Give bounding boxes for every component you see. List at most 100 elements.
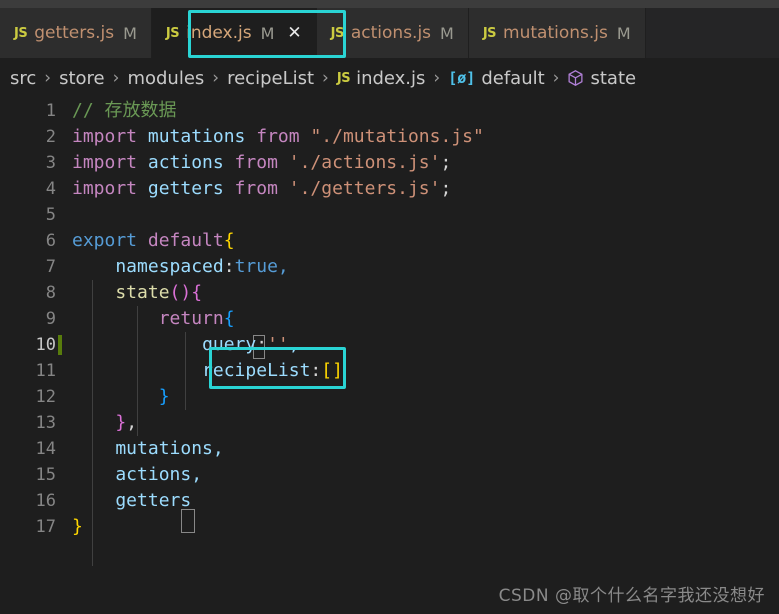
code-token: from bbox=[245, 126, 311, 147]
breadcrumb-label: src bbox=[10, 67, 37, 89]
code-token: query bbox=[72, 334, 257, 355]
code-line[interactable]: 1 // 存放数据 bbox=[0, 98, 779, 124]
code-text: return{ bbox=[72, 306, 779, 332]
code-line[interactable]: 5 bbox=[0, 202, 779, 228]
line-number: 15 bbox=[35, 465, 56, 485]
code-token: } bbox=[72, 386, 170, 407]
code-token: getters bbox=[72, 490, 192, 511]
code-token: import bbox=[72, 178, 148, 199]
tab-actions-js[interactable]: JS actions.js M bbox=[316, 8, 469, 58]
code-token: { bbox=[191, 282, 203, 303]
breadcrumb-separator: › bbox=[552, 68, 560, 88]
breadcrumb[interactable]: src › store › modules › recipeList › JS index.js ›… bbox=[0, 58, 779, 98]
code-token: , bbox=[288, 334, 300, 355]
tab-index-js[interactable]: JS index.js M ✕ bbox=[151, 8, 317, 58]
code-token: return bbox=[72, 308, 224, 329]
code-token: : bbox=[256, 334, 268, 355]
code-line[interactable]: 14 mutations, bbox=[0, 436, 779, 462]
breadcrumb-label: state bbox=[590, 67, 637, 89]
editor-tab-bar: JS getters.js M JS index.js M ✕ JS actions.js M JS… bbox=[0, 8, 779, 58]
code-token: default bbox=[147, 230, 224, 251]
breadcrumb-item-state[interactable]: state bbox=[567, 68, 636, 89]
code-line[interactable]: 13 }, bbox=[0, 410, 779, 436]
js-file-icon: JS bbox=[336, 70, 351, 86]
code-line[interactable]: 4 import getters from './getters.js'; bbox=[0, 176, 779, 202]
js-file-icon: JS bbox=[330, 25, 345, 41]
code-token: export bbox=[72, 230, 148, 251]
tab-modified-badge: M bbox=[440, 23, 454, 43]
code-token: ; bbox=[440, 178, 452, 199]
tab-mutations-js[interactable]: JS mutations.js M bbox=[468, 8, 646, 58]
code-line[interactable]: 10 query:'', bbox=[0, 332, 779, 358]
tab-label: actions.js bbox=[350, 23, 432, 43]
code-text: actions, bbox=[72, 462, 779, 488]
line-number: 16 bbox=[35, 491, 56, 511]
line-number: 2 bbox=[45, 127, 56, 147]
tab-label: mutations.js bbox=[503, 23, 608, 43]
line-number: 5 bbox=[45, 205, 56, 225]
breadcrumb-label: default bbox=[481, 67, 545, 89]
code-text: } bbox=[72, 514, 779, 540]
code-editor[interactable]: 1 // 存放数据 2 import mutations from "./mutati… bbox=[0, 98, 779, 614]
code-text: namespaced:true, bbox=[72, 254, 779, 280]
close-icon[interactable]: ✕ bbox=[287, 24, 301, 42]
line-number: 17 bbox=[35, 517, 56, 537]
code-token: recipeList bbox=[72, 360, 311, 381]
code-text: }, bbox=[72, 410, 779, 436]
code-line[interactable]: 11 recipeList:[] bbox=[0, 358, 779, 384]
code-line[interactable]: 8 state(){ bbox=[0, 280, 779, 306]
breadcrumb-item-index-js[interactable]: JS index.js bbox=[337, 68, 426, 89]
breadcrumb-separator: › bbox=[112, 68, 120, 88]
code-token: mutations bbox=[147, 126, 246, 147]
symbol-cube-icon bbox=[567, 69, 584, 87]
breadcrumb-item-modules[interactable]: modules bbox=[127, 68, 204, 89]
code-token: mutations bbox=[72, 438, 213, 459]
js-file-icon: JS bbox=[14, 25, 28, 41]
line-number: 12 bbox=[35, 387, 56, 407]
line-number: 13 bbox=[35, 413, 56, 433]
tab-modified-badge: M bbox=[616, 23, 631, 43]
breadcrumb-item-default[interactable]: [ø] default bbox=[448, 68, 544, 89]
tab-modified-badge: M bbox=[260, 23, 275, 43]
code-token: import bbox=[72, 126, 148, 147]
code-token: './actions.js' bbox=[288, 152, 441, 173]
code-token: true bbox=[234, 256, 278, 277]
code-text: } bbox=[72, 384, 779, 410]
breadcrumb-label: store bbox=[59, 67, 105, 89]
tab-getters-js[interactable]: JS getters.js M bbox=[0, 8, 152, 58]
code-text: state(){ bbox=[72, 280, 779, 306]
code-line[interactable]: 17} bbox=[0, 514, 779, 540]
code-line[interactable]: 9 return{ bbox=[0, 306, 779, 332]
code-line[interactable]: 16 getters bbox=[0, 488, 779, 514]
code-token: actions bbox=[147, 152, 224, 173]
code-line[interactable]: 6 export default{ bbox=[0, 228, 779, 254]
tab-label: getters.js bbox=[34, 23, 115, 43]
code-token: './getters.js' bbox=[288, 178, 441, 199]
code-text: // 存放数据 bbox=[72, 98, 779, 124]
code-token: '' bbox=[267, 334, 289, 355]
breadcrumb-separator: › bbox=[212, 68, 220, 88]
line-number: 14 bbox=[35, 439, 56, 459]
code-line[interactable]: 3 import actions from './actions.js'; bbox=[0, 150, 779, 176]
code-line[interactable]: 15 actions, bbox=[0, 462, 779, 488]
code-text: export default{ bbox=[72, 228, 779, 254]
code-token: ; bbox=[440, 152, 452, 173]
line-number: 8 bbox=[45, 283, 56, 303]
code-line[interactable]: 2 import mutations from "./mutations.js" bbox=[0, 124, 779, 150]
code-line[interactable]: 12 } bbox=[0, 384, 779, 410]
breadcrumb-item-recipeList[interactable]: recipeList bbox=[227, 68, 314, 89]
code-text: getters bbox=[72, 488, 779, 514]
breadcrumb-item-store[interactable]: store bbox=[59, 68, 105, 89]
code-text: import actions from './actions.js'; bbox=[72, 150, 779, 176]
breadcrumb-label: index.js bbox=[356, 67, 426, 89]
code-token: getters bbox=[147, 178, 224, 199]
code-line[interactable]: 7 namespaced:true, bbox=[0, 254, 779, 280]
code-token: , bbox=[126, 412, 138, 433]
code-token: } bbox=[72, 516, 83, 537]
breadcrumb-separator: › bbox=[322, 68, 329, 88]
line-number: 6 bbox=[45, 231, 56, 251]
vscode-window: JS getters.js M JS index.js M ✕ JS actions.js M JS… bbox=[0, 0, 779, 614]
code-token: , bbox=[277, 256, 289, 277]
breadcrumb-separator: › bbox=[44, 68, 52, 88]
breadcrumb-item-src[interactable]: src bbox=[10, 68, 36, 89]
